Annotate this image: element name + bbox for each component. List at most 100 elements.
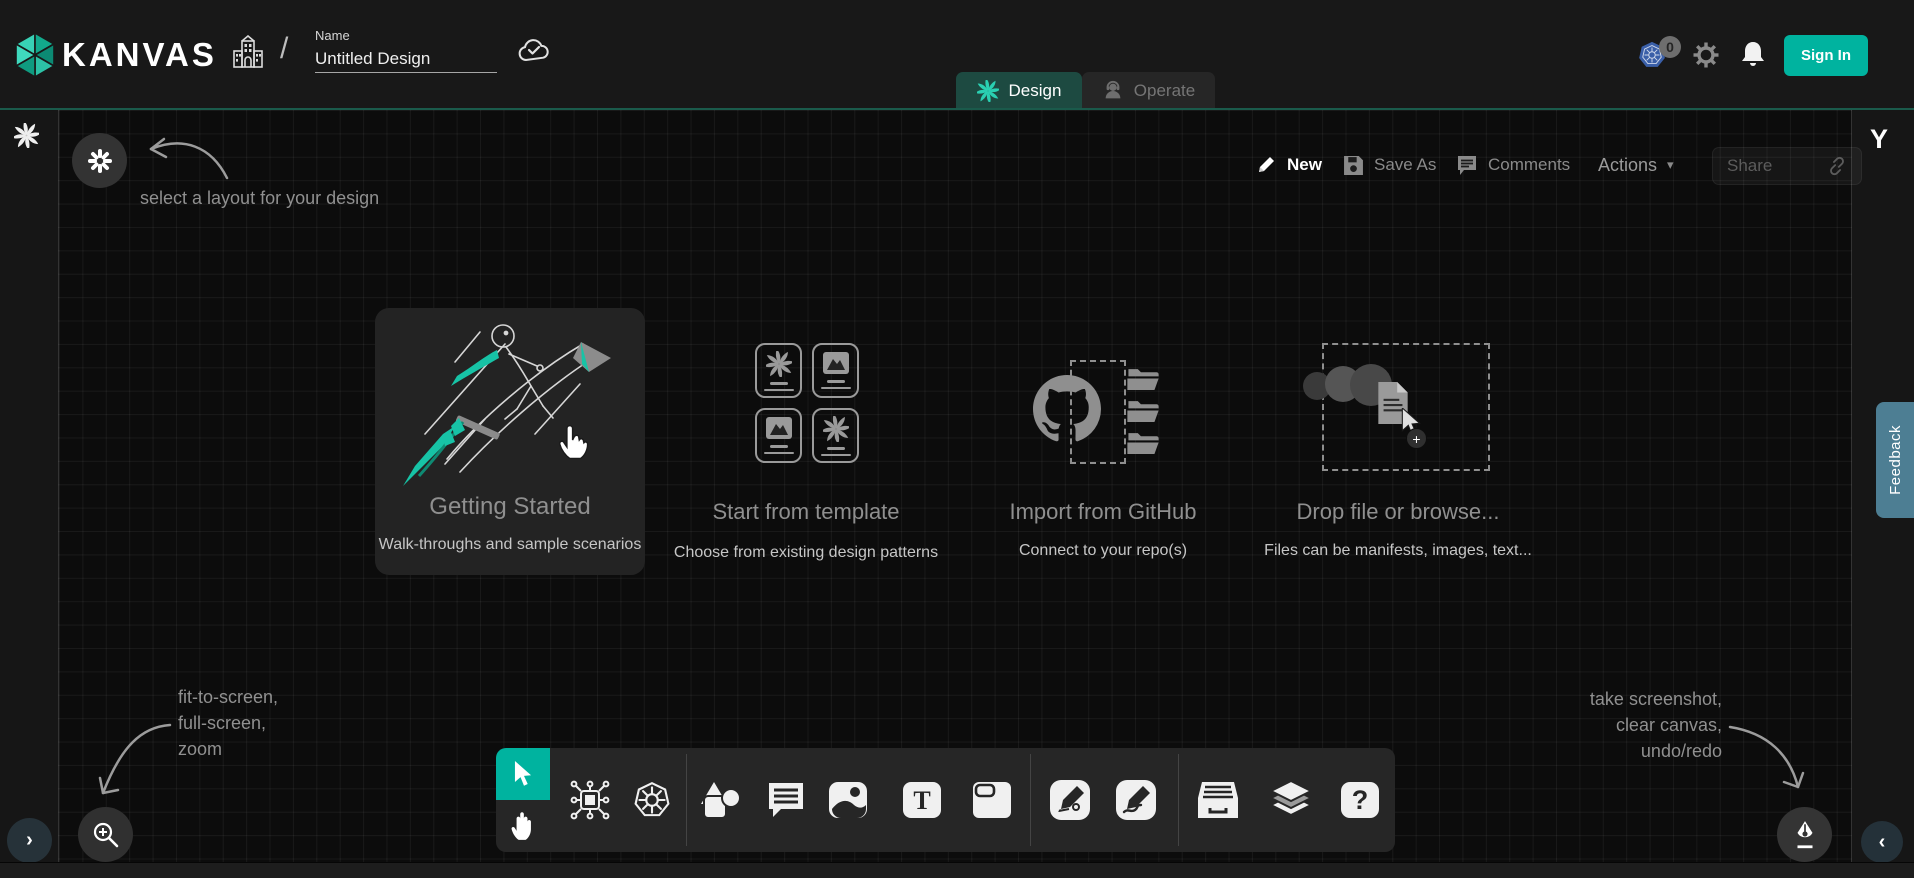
shapes-icon bbox=[700, 780, 744, 820]
select-tool[interactable] bbox=[496, 748, 550, 800]
save-icon bbox=[1343, 155, 1364, 176]
meshery-spiral-icon[interactable] bbox=[14, 123, 39, 148]
tab-operate-label: Operate bbox=[1134, 81, 1195, 101]
collapse-right-panel-button[interactable]: ‹ bbox=[1861, 821, 1903, 863]
template-tile bbox=[812, 343, 859, 398]
left-edge-panel bbox=[0, 110, 58, 862]
bell-icon[interactable] bbox=[1740, 40, 1766, 70]
svg-text:T: T bbox=[913, 786, 930, 815]
tab-design-label: Design bbox=[1009, 81, 1062, 101]
kubernetes-tool[interactable] bbox=[631, 779, 673, 821]
share-label: Share bbox=[1727, 156, 1772, 176]
card-subtitle: Connect to your repo(s) bbox=[1019, 542, 1187, 560]
pinwheel-logo-icon bbox=[766, 351, 792, 377]
organization-building-icon[interactable] bbox=[230, 35, 266, 69]
new-design-button[interactable]: New bbox=[1255, 147, 1322, 183]
cloud-saved-icon bbox=[517, 38, 551, 64]
expand-left-panel-button[interactable]: › bbox=[7, 818, 52, 863]
plus-badge: + bbox=[1406, 428, 1427, 449]
layout-select-button[interactable] bbox=[72, 133, 127, 188]
comments-label: Comments bbox=[1488, 155, 1570, 175]
canvas-actions-button[interactable] bbox=[1777, 807, 1832, 862]
component-tool[interactable] bbox=[569, 779, 611, 821]
kanvas-hexagon-logo[interactable] bbox=[12, 31, 58, 79]
zoom-controls-button[interactable] bbox=[78, 807, 133, 862]
chevron-right-icon: › bbox=[26, 829, 33, 852]
actions-dropdown[interactable]: Actions ▾ bbox=[1598, 147, 1674, 183]
sign-in-button[interactable]: Sign In bbox=[1784, 35, 1868, 76]
draw-tool[interactable] bbox=[1115, 779, 1157, 821]
rocket-illustration bbox=[385, 314, 635, 489]
shapes-tool[interactable] bbox=[700, 780, 744, 820]
folder-icon bbox=[1126, 398, 1160, 423]
share-button[interactable]: Share bbox=[1712, 147, 1862, 185]
note-tool[interactable] bbox=[972, 781, 1012, 819]
help-tool[interactable]: ? bbox=[1340, 781, 1380, 819]
arrow-to-pen-button bbox=[1720, 715, 1810, 800]
zoom-hint-text: fit-to-screen, full-screen, zoom bbox=[178, 684, 278, 762]
folder-icon bbox=[1126, 366, 1160, 391]
drawer-tool[interactable] bbox=[1196, 780, 1240, 820]
card-title: Import from GitHub bbox=[1009, 499, 1196, 525]
design-name-label: Name bbox=[315, 28, 350, 43]
pen-tool-icon bbox=[1049, 779, 1091, 821]
pencil-icon bbox=[1255, 154, 1277, 176]
bottom-scroll-strip[interactable] bbox=[0, 862, 1914, 878]
image-tool[interactable] bbox=[828, 781, 868, 819]
image-icon bbox=[765, 416, 793, 440]
operator-icon bbox=[1102, 80, 1124, 102]
layers-tool-icon bbox=[1269, 779, 1313, 821]
design-name-input[interactable] bbox=[315, 46, 497, 73]
comments-button[interactable]: Comments bbox=[1456, 147, 1570, 183]
folder-icon bbox=[1126, 430, 1160, 455]
screenshot-hint-text: take screenshot, clear canvas, undo/redo bbox=[1472, 686, 1722, 764]
gear-icon[interactable] bbox=[1692, 41, 1720, 69]
toolbar-divider bbox=[686, 754, 687, 846]
chevron-left-icon: ‹ bbox=[1879, 831, 1886, 854]
toolbar-divider bbox=[1178, 754, 1179, 846]
pen-tool[interactable] bbox=[1049, 779, 1091, 821]
canvas-top-border bbox=[0, 108, 1914, 110]
layers-tool[interactable] bbox=[1269, 779, 1313, 821]
comment-tool-icon bbox=[766, 781, 806, 819]
save-as-label: Save As bbox=[1374, 155, 1436, 175]
help-tool-icon: ? bbox=[1340, 781, 1380, 819]
feedback-tab[interactable]: Feedback bbox=[1876, 402, 1914, 518]
k8s-context-count-badge: 0 bbox=[1659, 36, 1681, 58]
card-title: Drop file or browse... bbox=[1297, 499, 1500, 525]
template-tile bbox=[812, 408, 859, 463]
text-tool-icon: T bbox=[902, 781, 942, 819]
toolbar-divider bbox=[1030, 754, 1031, 846]
actions-label: Actions bbox=[1598, 155, 1657, 176]
card-title: Start from template bbox=[712, 499, 899, 525]
image-tool-icon bbox=[828, 781, 868, 819]
component-chip-icon bbox=[569, 779, 611, 821]
text-tool[interactable]: T bbox=[902, 781, 942, 819]
github-octocat-icon bbox=[1033, 375, 1101, 443]
hand-cursor-icon bbox=[557, 420, 591, 460]
comment-tool[interactable] bbox=[766, 781, 806, 819]
card-subtitle: Files can be manifests, images, text... bbox=[1264, 542, 1532, 560]
pan-hand-icon bbox=[510, 811, 536, 841]
pan-tool[interactable] bbox=[496, 800, 550, 852]
kubernetes-helm-icon bbox=[631, 779, 673, 821]
kanvas-app: KANVAS / Name bbox=[0, 0, 1914, 878]
note-tool-icon bbox=[972, 781, 1012, 819]
draw-tool-icon bbox=[1115, 779, 1157, 821]
pen-nib-icon bbox=[1792, 820, 1818, 850]
clock-hands-y-icon[interactable]: Y bbox=[1870, 124, 1888, 155]
select-tool-icon bbox=[511, 761, 535, 787]
save-as-button[interactable]: Save As bbox=[1343, 147, 1436, 183]
chevron-down-icon: ▾ bbox=[1667, 157, 1674, 173]
bottom-toolbar: T bbox=[550, 748, 1395, 852]
tab-operate[interactable]: Operate bbox=[1082, 72, 1215, 110]
primary-tool-column bbox=[496, 748, 550, 852]
pinwheel-logo-icon bbox=[823, 416, 849, 442]
arrow-to-zoom-button bbox=[85, 715, 180, 805]
tab-design[interactable]: Design bbox=[956, 72, 1082, 110]
feedback-label: Feedback bbox=[1887, 425, 1904, 495]
comments-icon bbox=[1456, 154, 1478, 176]
getting-started-card[interactable]: Getting Started Walk-throughs and sample… bbox=[375, 308, 645, 575]
card-subtitle: Walk-throughs and sample scenarios bbox=[379, 536, 642, 554]
link-icon bbox=[1827, 156, 1847, 176]
